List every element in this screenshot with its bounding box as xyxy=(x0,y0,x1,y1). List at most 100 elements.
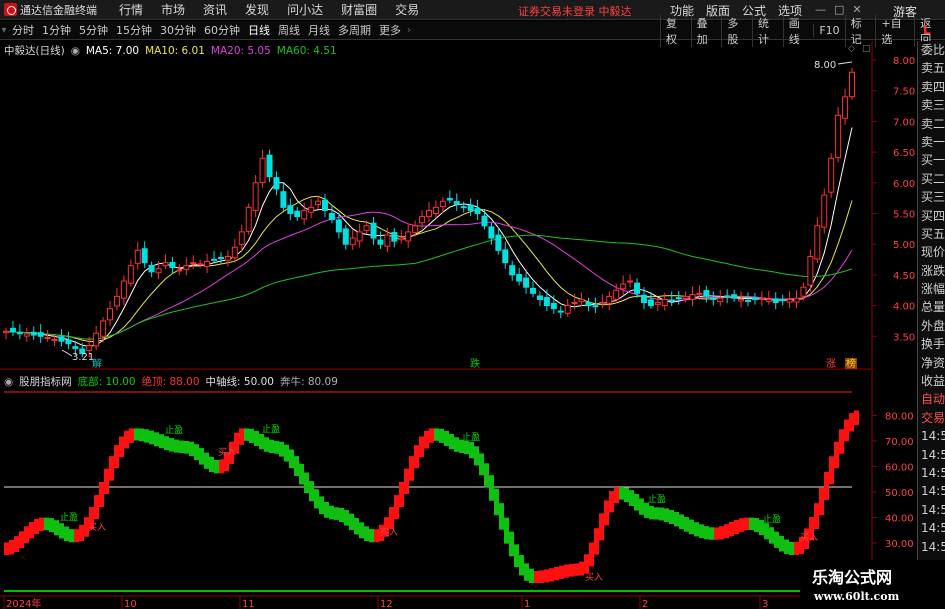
side-item-15[interactable]: 外盘 xyxy=(918,317,945,335)
menu-faxian[interactable]: 发现 xyxy=(236,1,278,18)
side-item-11[interactable]: 现价 xyxy=(918,243,945,261)
menu-wenxiaoda[interactable]: 问小达 xyxy=(278,1,332,18)
side-item-20[interactable]: 交易 xyxy=(918,409,945,427)
tab-5min[interactable]: 5分钟 xyxy=(75,22,112,38)
candle-body xyxy=(710,297,717,300)
indicator-bar xyxy=(154,432,159,447)
candle-body xyxy=(328,212,335,221)
candle-body xyxy=(363,225,370,232)
indicator-bar xyxy=(259,433,264,450)
tab-15min[interactable]: 15分钟 xyxy=(112,22,156,38)
tab-daily[interactable]: 日线 xyxy=(244,22,274,38)
side-item-5[interactable]: 卖一 xyxy=(918,133,945,151)
candle-body xyxy=(65,339,72,345)
side-item-10[interactable]: 买五 xyxy=(918,225,945,243)
login-status[interactable]: 证券交易未登录 中毅达 xyxy=(518,3,632,19)
tab-1min[interactable]: 1分钟 xyxy=(38,22,75,38)
side-item-4[interactable]: 卖二 xyxy=(918,115,945,133)
candle-body xyxy=(432,206,439,214)
candle-body xyxy=(800,286,807,297)
side-item-22[interactable]: 14:56 xyxy=(918,446,945,464)
side-item-24[interactable]: 14:56 xyxy=(918,482,945,500)
tab-fenshi[interactable]: 分时 xyxy=(8,22,38,38)
tab-monthly[interactable]: 月线 xyxy=(304,22,334,38)
candle-body xyxy=(44,337,51,340)
indicator-name[interactable]: 股朋指标网 xyxy=(19,374,72,389)
indicator-bar xyxy=(509,531,514,557)
side-item-14[interactable]: 总量 xyxy=(918,298,945,316)
side-item-8[interactable]: 买三 xyxy=(918,188,945,206)
chevron-right-icon[interactable]: › xyxy=(405,25,413,36)
side-item-2[interactable]: 卖四 xyxy=(918,78,945,96)
side-item-3[interactable]: 卖三 xyxy=(918,96,945,114)
candle-body xyxy=(391,231,398,242)
indicator-bar xyxy=(349,513,354,530)
candle-body xyxy=(238,231,245,245)
btn-duogu[interactable]: 多股 xyxy=(721,14,752,47)
buy-marker: 买入 xyxy=(380,527,398,538)
side-item-19[interactable]: 自动 xyxy=(918,390,945,408)
menu-caifuquan[interactable]: 财富圈 xyxy=(332,1,386,18)
minimize-icon[interactable]: — xyxy=(815,3,826,16)
indicator-bar xyxy=(649,505,654,520)
buy-marker: 买入 xyxy=(585,572,603,583)
candle-body xyxy=(176,269,183,272)
indicator-bar xyxy=(29,522,34,539)
candle-body xyxy=(259,157,266,184)
indicator-bar xyxy=(654,507,659,520)
indicator-bar xyxy=(564,564,569,578)
side-item-21[interactable]: 14:56 xyxy=(918,427,945,445)
candle-body xyxy=(169,261,176,269)
indicator-bar xyxy=(439,428,444,443)
side-item-26[interactable]: 14:56 xyxy=(918,519,945,537)
candle-body xyxy=(557,310,564,313)
side-item-7[interactable]: 买二 xyxy=(918,170,945,188)
menu-zixun[interactable]: 资讯 xyxy=(194,1,236,18)
indicator-bar xyxy=(694,522,699,537)
indicator-bar xyxy=(84,517,89,537)
side-item-12[interactable]: 涨跌 xyxy=(918,262,945,280)
btn-zixuan[interactable]: +自选 xyxy=(875,14,914,47)
price-chart[interactable]: 8.00 7.50 7.00 6.50 6.00 5.50 5.00 4.50 4.00 3.50… xyxy=(0,0,945,609)
tab-multi-period[interactable]: 多周期 xyxy=(334,22,375,38)
btn-fuquan[interactable]: 复权 xyxy=(660,14,691,47)
candle-body xyxy=(453,201,460,205)
indicator-bar xyxy=(79,524,84,542)
indicator-bar xyxy=(629,490,634,507)
side-item-0[interactable]: 委比 xyxy=(918,41,945,59)
btn-tongji[interactable]: 统计 xyxy=(752,14,783,47)
indicator-bar xyxy=(99,481,104,508)
side-item-6[interactable]: 买一 xyxy=(918,151,945,169)
price-tick-label: 6.00 xyxy=(893,179,915,190)
tab-30min[interactable]: 30分钟 xyxy=(156,22,200,38)
menu-hangqing[interactable]: 行情 xyxy=(110,1,152,18)
level-badge[interactable]: L xyxy=(923,23,931,37)
btn-diejia[interactable]: 叠加 xyxy=(690,14,722,47)
side-item-23[interactable]: 14:56 xyxy=(918,464,945,482)
candle-body xyxy=(738,298,745,302)
indicator-bar xyxy=(299,463,304,485)
buy-marker: 买入 xyxy=(800,532,818,543)
side-item-17[interactable]: 净资 xyxy=(918,354,945,372)
tab-more[interactable]: 更多 xyxy=(375,22,405,38)
side-item-13[interactable]: 涨幅 xyxy=(918,280,945,298)
side-item-27[interactable]: 14:56 xyxy=(918,538,945,556)
btn-biaoji[interactable]: 标记 xyxy=(844,14,876,47)
side-item-9[interactable]: 买四 xyxy=(918,207,945,225)
menu-shichang[interactable]: 市场 xyxy=(152,1,194,18)
side-item-25[interactable]: 14:56 xyxy=(918,501,945,519)
maximize-icon[interactable]: □ xyxy=(834,3,844,16)
tab-weekly[interactable]: 周线 xyxy=(274,22,304,38)
indicator-bar xyxy=(264,437,269,452)
bottom-value: 底部: 10.00 xyxy=(77,376,136,388)
btn-huaxian[interactable]: 画线 xyxy=(782,14,814,47)
side-item-16[interactable]: 换手 xyxy=(918,335,945,353)
candle-body xyxy=(793,297,800,303)
btn-f10[interactable]: F10 xyxy=(813,24,844,37)
settings-dot-icon[interactable]: ◉ xyxy=(71,45,80,57)
indicator-dot-icon[interactable]: ◉ xyxy=(4,376,13,388)
tab-60min[interactable]: 60分钟 xyxy=(200,22,244,38)
side-item-1[interactable]: 卖五 xyxy=(918,59,945,77)
menu-jiaoyi[interactable]: 交易 xyxy=(386,1,428,18)
side-item-18[interactable]: 收益 xyxy=(918,372,945,390)
